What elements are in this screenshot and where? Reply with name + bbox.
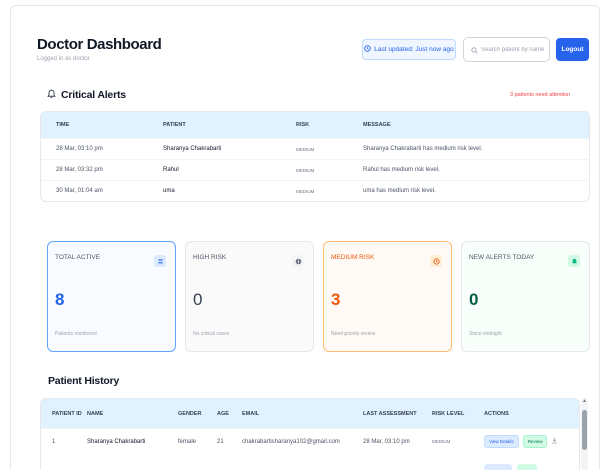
search-icon <box>471 41 478 59</box>
patient-gender: female <box>178 438 197 445</box>
page-header: Doctor Dashboard Logged in as doctor <box>37 36 162 62</box>
alert-patient: Rahul <box>163 167 179 173</box>
stat-note: Need priority review <box>331 331 376 337</box>
alert-message: Rahul has medium risk level. <box>363 167 440 173</box>
stat-card-total-active[interactable]: TOTAL ACTIVE 8 Patients monitored <box>47 241 176 352</box>
risk-badge: MEDIUM <box>296 146 315 152</box>
scrollbar-thumb[interactable] <box>582 410 587 450</box>
review-button-partial[interactable] <box>517 464 537 470</box>
column-header: ACTIONS <box>484 410 509 417</box>
stat-note: Since midnight <box>469 331 502 337</box>
stat-label: MEDIUM RISK <box>331 254 375 261</box>
info-icon <box>292 255 304 267</box>
search-input[interactable] <box>481 46 549 53</box>
stat-note: Patients monitored <box>55 331 97 337</box>
table-row[interactable]: 30 Mar, 01:04 am uma MEDIUM uma has medi… <box>41 180 589 201</box>
download-icon[interactable] <box>551 437 558 446</box>
alerts-table-header: TIME PATIENT RISK MESSAGE <box>41 112 589 138</box>
people-icon <box>154 255 166 267</box>
review-button[interactable]: Review <box>522 435 548 448</box>
alert-message: Sharanya Chakrabarti has medium risk lev… <box>363 146 483 152</box>
alert-time: 28 Mar, 03:10 pm <box>56 146 103 152</box>
column-header: RISK <box>296 122 310 128</box>
stat-value: 0 <box>193 290 203 309</box>
stat-card-high-risk[interactable]: HIGH RISK 0 No critical cases <box>185 241 314 352</box>
column-header: AGE <box>217 410 229 417</box>
view-details-button[interactable]: View Details <box>484 435 519 448</box>
stat-value: 0 <box>469 290 479 309</box>
stat-card-medium-risk[interactable]: MEDIUM RISK 3 Need priority review <box>323 241 452 352</box>
alert-time: 30 Mar, 01:04 am <box>56 188 103 194</box>
column-header: EMAIL <box>242 410 260 417</box>
partial-row-actions <box>484 464 537 470</box>
column-header: RISK LEVEL <box>432 410 465 417</box>
stat-value: 8 <box>55 290 65 309</box>
history-table-header: PATIENT ID NAME GENDER AGE EMAIL LAST AS… <box>41 399 579 428</box>
stat-card-new-alerts[interactable]: NEW ALERTS TODAY 0 Since midnight <box>461 241 590 352</box>
page-title: Doctor Dashboard <box>37 36 162 53</box>
attention-count: 3 patients need attention <box>510 92 571 98</box>
bell-icon <box>47 86 56 104</box>
table-row[interactable]: 28 Mar, 03:10 pm Sharanya Chakrabarti ME… <box>41 138 589 159</box>
page-subtitle: Logged in as doctor <box>37 56 90 62</box>
column-header: PATIENT ID <box>52 410 82 417</box>
risk-badge: MEDIUM <box>296 188 315 194</box>
risk-badge: MEDIUM <box>432 439 451 444</box>
scroll-up-arrow-icon[interactable]: ▲ <box>581 398 588 404</box>
search-box[interactable] <box>463 37 550 62</box>
alerts-table: TIME PATIENT RISK MESSAGE 28 Mar, 03:10 … <box>40 111 590 202</box>
stat-label: TOTAL ACTIVE <box>55 254 101 261</box>
alert-patient: Sharanya Chakrabarti <box>163 146 222 152</box>
column-header: NAME <box>87 410 104 417</box>
critical-alerts-title: Critical Alerts <box>61 89 126 101</box>
last-updated-text: Last updated: Just now ago <box>374 46 454 53</box>
history-scrollbar[interactable]: ▲ <box>581 398 588 470</box>
patient-id: 1 <box>52 438 56 445</box>
clock-icon <box>364 45 371 54</box>
stat-note: No critical cases <box>193 331 230 337</box>
column-header: PATIENT <box>163 122 186 128</box>
column-header: GENDER <box>178 410 202 417</box>
risk-badge: MEDIUM <box>296 167 315 173</box>
row-actions: View Details Review <box>484 435 558 448</box>
alert-time: 28 Mar, 03:32 pm <box>56 167 103 173</box>
column-header: MESSAGE <box>363 122 391 128</box>
patient-history-table: PATIENT ID NAME GENDER AGE EMAIL LAST AS… <box>40 398 580 470</box>
column-header: TIME <box>56 122 70 128</box>
last-updated-badge: Last updated: Just now ago <box>362 39 456 60</box>
stat-label: HIGH RISK <box>193 254 227 261</box>
last-assessment: 28 Mar, 03:10 pm <box>363 438 410 445</box>
logout-button[interactable]: Logout <box>556 38 589 61</box>
patient-history-title: Patient History <box>48 375 120 387</box>
alert-message: uma has medium risk level. <box>363 188 436 194</box>
view-details-button-partial[interactable] <box>484 464 512 470</box>
critical-alerts-header: Critical Alerts <box>47 86 126 104</box>
patient-name: Sharanya Chakrabarti <box>87 438 146 445</box>
patient-age: 21 <box>217 438 224 445</box>
table-row[interactable]: 28 Mar, 03:32 pm Rahul MEDIUM Rahul has … <box>41 159 589 180</box>
bell-icon <box>568 255 580 267</box>
table-row[interactable]: 1 Sharanya Chakrabarti female 21 chakrab… <box>41 428 579 454</box>
stat-label: NEW ALERTS TODAY <box>469 254 535 261</box>
clock-icon <box>430 255 442 267</box>
stat-value: 3 <box>331 290 341 309</box>
column-header: LAST ASSESSMENT <box>363 410 417 417</box>
alert-patient: uma <box>163 188 175 194</box>
patient-email: chakrabartisharanya102@gmail.com <box>242 438 340 445</box>
